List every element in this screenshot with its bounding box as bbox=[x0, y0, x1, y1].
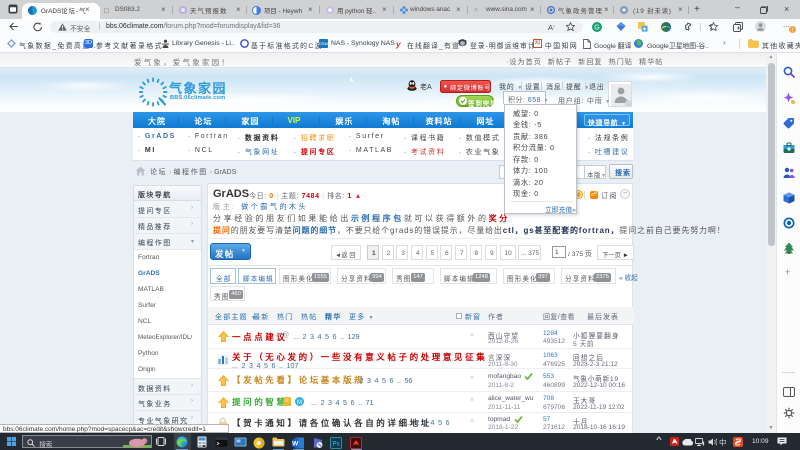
svg-text:!: ! bbox=[792, 27, 793, 33]
svg-text:Ps: Ps bbox=[332, 441, 339, 447]
svg-text:W: W bbox=[292, 440, 299, 447]
svg-text:G: G bbox=[594, 24, 599, 31]
svg-text:M: M bbox=[297, 400, 302, 406]
